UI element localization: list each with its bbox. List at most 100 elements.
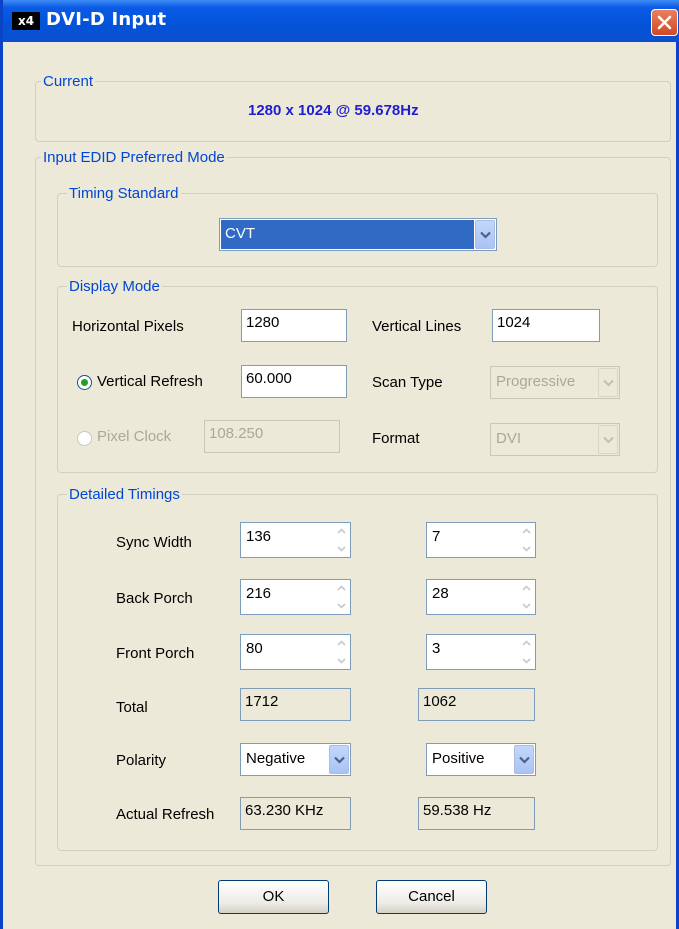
total-v-field: 1062 [418, 688, 535, 721]
horizontal-pixels-input[interactable]: 1280 [241, 309, 347, 342]
window-title: DVI-D Input [46, 9, 167, 30]
pixel-clock-radio[interactable] [77, 431, 92, 446]
close-icon [657, 15, 672, 30]
back-porch-h-spinner[interactable]: 216 [240, 579, 351, 615]
arrow-down-icon [337, 546, 346, 552]
arrow-up-icon [337, 528, 346, 534]
format-dropdown-button[interactable] [598, 425, 618, 454]
horizontal-pixels-label: Horizontal Pixels [72, 318, 184, 335]
close-button[interactable] [651, 9, 678, 36]
scan-type-dropdown-button[interactable] [598, 368, 618, 397]
format-dropdown[interactable]: DVI [490, 423, 620, 456]
back-porch-h-value: 216 [246, 585, 272, 602]
spinner-arrows [333, 523, 350, 557]
vertical-lines-label: Vertical Lines [372, 318, 462, 335]
dialog-window: x4 DVI-D Input Current 1280 x 1024 @ 59.… [0, 0, 679, 929]
actual-refresh-h-field: 63.230 KHz [240, 797, 351, 830]
total-label: Total [116, 699, 148, 716]
title-bar[interactable]: x4 DVI-D Input [3, 0, 679, 42]
timing-standard-dropdown-button[interactable] [475, 220, 495, 249]
front-porch-v-spinner[interactable]: 3 [426, 634, 536, 670]
arrow-down-icon [337, 658, 346, 664]
spinner-arrows [518, 580, 535, 614]
sync-width-v-value: 7 [432, 528, 441, 545]
polarity-v-dropdown-button[interactable] [514, 745, 534, 774]
spin-down-button[interactable] [518, 540, 535, 557]
spin-up-button[interactable] [518, 635, 535, 652]
polarity-h-dropdown-button[interactable] [329, 745, 349, 774]
chevron-down-icon [603, 436, 614, 444]
spin-up-button[interactable] [333, 635, 350, 652]
pixel-clock-input[interactable]: 108.250 [204, 420, 340, 453]
spinner-arrows [333, 580, 350, 614]
display-mode-group-label: Display Mode [67, 278, 162, 296]
arrow-down-icon [337, 603, 346, 609]
back-porch-v-spinner[interactable]: 28 [426, 579, 536, 615]
actual-refresh-label: Actual Refresh [116, 806, 215, 823]
preferred-mode-group-label: Input EDID Preferred Mode [41, 149, 227, 167]
polarity-h-dropdown[interactable]: Negative [240, 743, 351, 776]
total-h-field: 1712 [240, 688, 351, 721]
spin-up-button[interactable] [333, 523, 350, 540]
radio-selected-dot [81, 379, 88, 386]
chevron-down-icon [519, 756, 530, 764]
arrow-up-icon [337, 640, 346, 646]
chevron-down-icon [480, 231, 491, 239]
spin-down-button[interactable] [333, 540, 350, 557]
vertical-refresh-radio[interactable] [77, 375, 92, 390]
vertical-refresh-label[interactable]: Vertical Refresh [97, 373, 203, 391]
current-mode-value: 1280 x 1024 @ 59.678Hz [248, 102, 419, 119]
front-porch-label: Front Porch [116, 645, 195, 662]
front-porch-h-value: 80 [246, 640, 263, 657]
vertical-refresh-input[interactable]: 60.000 [241, 365, 347, 398]
back-porch-label: Back Porch [116, 590, 193, 607]
sync-width-h-value: 136 [246, 528, 272, 545]
vertical-lines-input[interactable]: 1024 [492, 309, 600, 342]
spinner-arrows [333, 635, 350, 669]
arrow-up-icon [522, 528, 531, 534]
spin-down-button[interactable] [518, 652, 535, 669]
detailed-timings-group-label: Detailed Timings [67, 486, 182, 504]
scan-type-label: Scan Type [372, 374, 443, 391]
actual-refresh-v-field: 59.538 Hz [418, 797, 535, 830]
timing-standard-group-label: Timing Standard [67, 185, 181, 203]
scan-type-dropdown[interactable]: Progressive [490, 366, 620, 399]
polarity-v-dropdown[interactable]: Positive [426, 743, 536, 776]
spin-down-button[interactable] [518, 597, 535, 614]
chevron-down-icon [603, 379, 614, 387]
current-group-label: Current [41, 73, 96, 91]
timing-standard-value: CVT [225, 225, 255, 242]
format-value: DVI [496, 430, 522, 447]
format-label: Format [372, 430, 420, 447]
ok-button[interactable]: OK [218, 880, 329, 914]
arrow-down-icon [522, 546, 531, 552]
arrow-up-icon [522, 640, 531, 646]
sync-width-label: Sync Width [116, 534, 192, 551]
chevron-down-icon [334, 756, 345, 764]
arrow-down-icon [522, 658, 531, 664]
timing-standard-dropdown[interactable]: CVT [219, 218, 497, 251]
cancel-button[interactable]: Cancel [376, 880, 487, 914]
back-porch-v-value: 28 [432, 585, 449, 602]
polarity-label: Polarity [116, 752, 167, 769]
front-porch-h-spinner[interactable]: 80 [240, 634, 351, 670]
spin-down-button[interactable] [333, 597, 350, 614]
spin-up-button[interactable] [518, 580, 535, 597]
app-icon: x4 [12, 12, 40, 30]
spinner-arrows [518, 635, 535, 669]
scan-type-value: Progressive [496, 373, 576, 390]
sync-width-h-spinner[interactable]: 136 [240, 522, 351, 558]
arrow-up-icon [522, 585, 531, 591]
arrow-down-icon [522, 603, 531, 609]
spinner-arrows [518, 523, 535, 557]
spin-up-button[interactable] [333, 580, 350, 597]
polarity-v-value: Positive [432, 750, 485, 767]
polarity-h-value: Negative [246, 750, 306, 767]
pixel-clock-label[interactable]: Pixel Clock [97, 428, 171, 446]
sync-width-v-spinner[interactable]: 7 [426, 522, 536, 558]
front-porch-v-value: 3 [432, 640, 441, 657]
timing-standard-selection [221, 220, 474, 249]
spin-up-button[interactable] [518, 523, 535, 540]
spin-down-button[interactable] [333, 652, 350, 669]
arrow-up-icon [337, 585, 346, 591]
